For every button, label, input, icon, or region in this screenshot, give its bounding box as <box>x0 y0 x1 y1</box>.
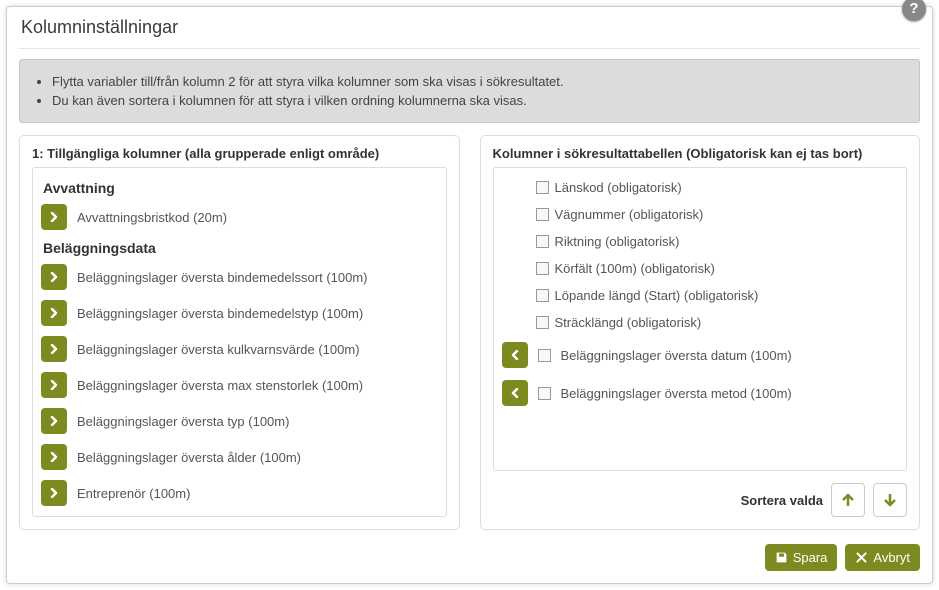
selected-column-label: Löpande längd (Start) (obligatorisk) <box>555 288 759 303</box>
selected-column-label: Riktning (obligatorisk) <box>555 234 680 249</box>
chevron-right-icon <box>49 272 59 282</box>
chevron-right-icon <box>49 212 59 222</box>
available-column-label: Avvattningsbristkod (20m) <box>77 210 227 225</box>
selected-column-label: Länskod (obligatorisk) <box>555 180 682 195</box>
instruction-item: Flytta variabler till/från kolumn 2 för … <box>52 74 905 89</box>
selected-columns-panel: Kolumner i sökresultattabellen (Obligato… <box>480 135 921 530</box>
close-icon <box>855 551 868 564</box>
available-column-row: Fiktiv beläggning <box>41 516 438 517</box>
column-group-header: Avvattning <box>43 180 438 196</box>
column-checkbox[interactable] <box>536 181 549 194</box>
selected-column-row: Körfält (100m) (obligatorisk) <box>536 261 899 276</box>
column-checkbox[interactable] <box>536 262 549 275</box>
selected-column-label: Körfält (100m) (obligatorisk) <box>555 261 715 276</box>
available-columns-list[interactable]: Avvattning Avvattningsbristkod (20m) Bel… <box>32 167 447 517</box>
selected-column-row: Beläggningslager översta datum (100m) <box>502 342 899 368</box>
column-checkbox[interactable] <box>536 235 549 248</box>
column-checkbox[interactable] <box>536 289 549 302</box>
selected-column-row: Sträcklängd (obligatorisk) <box>536 315 899 330</box>
available-column-label: Beläggningslager översta bindemedelstyp … <box>77 306 363 321</box>
available-column-label: Beläggningslager översta max stenstorlek… <box>77 378 363 393</box>
available-column-label: Beläggningslager översta kulkvarnsvärde … <box>77 342 360 357</box>
add-column-button[interactable] <box>41 480 67 506</box>
available-column-row: Beläggningslager översta ålder (100m) <box>41 444 438 470</box>
sort-down-button[interactable] <box>873 483 907 517</box>
available-column-row: Beläggningslager översta bindemedelssort… <box>41 264 438 290</box>
sort-label: Sortera valda <box>741 493 823 508</box>
column-checkbox[interactable] <box>538 387 551 400</box>
selected-column-label: Beläggningslager översta datum (100m) <box>561 348 792 363</box>
selected-column-label: Vägnummer (obligatorisk) <box>555 207 704 222</box>
available-columns-title: 1: Tillgängliga kolumner (alla grupperad… <box>32 146 447 167</box>
selected-column-row: Vägnummer (obligatorisk) <box>536 207 899 222</box>
help-button[interactable]: ? <box>902 0 926 21</box>
available-columns-panel: 1: Tillgängliga kolumner (alla grupperad… <box>19 135 460 530</box>
arrow-down-icon <box>882 492 898 508</box>
chevron-right-icon <box>49 488 59 498</box>
remove-column-button[interactable] <box>502 342 528 368</box>
selected-columns-list[interactable]: Länskod (obligatorisk) Vägnummer (obliga… <box>493 167 908 471</box>
add-column-button[interactable] <box>41 204 67 230</box>
chevron-left-icon <box>510 388 520 398</box>
selected-column-row: Beläggningslager översta metod (100m) <box>502 380 899 406</box>
column-checkbox[interactable] <box>536 316 549 329</box>
chevron-right-icon <box>49 380 59 390</box>
add-column-button[interactable] <box>41 300 67 326</box>
available-column-label: Beläggningslager översta bindemedelssort… <box>77 270 368 285</box>
column-checkbox[interactable] <box>536 208 549 221</box>
available-column-label: Beläggningslager översta typ (100m) <box>77 414 289 429</box>
instructions-box: Flytta variabler till/från kolumn 2 för … <box>19 59 920 123</box>
cancel-button[interactable]: Avbryt <box>845 544 920 571</box>
column-checkbox[interactable] <box>538 349 551 362</box>
selected-column-row: Länskod (obligatorisk) <box>536 180 899 195</box>
save-icon <box>775 551 788 564</box>
selected-column-label: Sträcklängd (obligatorisk) <box>555 315 702 330</box>
add-column-button[interactable] <box>41 336 67 362</box>
dialog-footer: Spara Avbryt <box>19 544 920 571</box>
available-column-label: Entreprenör (100m) <box>77 486 190 501</box>
add-column-button[interactable] <box>41 372 67 398</box>
selected-columns-title: Kolumner i sökresultattabellen (Obligato… <box>493 146 908 167</box>
save-button[interactable]: Spara <box>765 544 838 571</box>
chevron-right-icon <box>49 452 59 462</box>
add-column-button[interactable] <box>41 264 67 290</box>
arrow-up-icon <box>840 492 856 508</box>
available-column-row: Beläggningslager översta max stenstorlek… <box>41 372 438 398</box>
add-column-button[interactable] <box>41 408 67 434</box>
selected-column-label: Beläggningslager översta metod (100m) <box>561 386 792 401</box>
chevron-right-icon <box>49 416 59 426</box>
chevron-right-icon <box>49 344 59 354</box>
sort-controls: Sortera valda <box>493 483 908 517</box>
cancel-button-label: Avbryt <box>873 550 910 565</box>
column-settings-dialog: ? Kolumninställningar Flytta variabler t… <box>6 6 933 584</box>
selected-column-row: Löpande längd (Start) (obligatorisk) <box>536 288 899 303</box>
add-column-button[interactable] <box>41 516 67 517</box>
save-button-label: Spara <box>793 550 828 565</box>
dialog-title: Kolumninställningar <box>19 7 920 49</box>
add-column-button[interactable] <box>41 444 67 470</box>
available-column-row: Beläggningslager översta bindemedelstyp … <box>41 300 438 326</box>
available-column-row: Beläggningslager översta typ (100m) <box>41 408 438 434</box>
available-column-row: Avvattningsbristkod (20m) <box>41 204 438 230</box>
chevron-left-icon <box>510 350 520 360</box>
available-column-label: Beläggningslager översta ålder (100m) <box>77 450 301 465</box>
available-column-row: Beläggningslager översta kulkvarnsvärde … <box>41 336 438 362</box>
instruction-item: Du kan även sortera i kolumnen för att s… <box>52 93 905 108</box>
sort-up-button[interactable] <box>831 483 865 517</box>
chevron-right-icon <box>49 308 59 318</box>
remove-column-button[interactable] <box>502 380 528 406</box>
column-group-header: Beläggningsdata <box>43 240 438 256</box>
selected-column-row: Riktning (obligatorisk) <box>536 234 899 249</box>
available-column-row: Entreprenör (100m) <box>41 480 438 506</box>
